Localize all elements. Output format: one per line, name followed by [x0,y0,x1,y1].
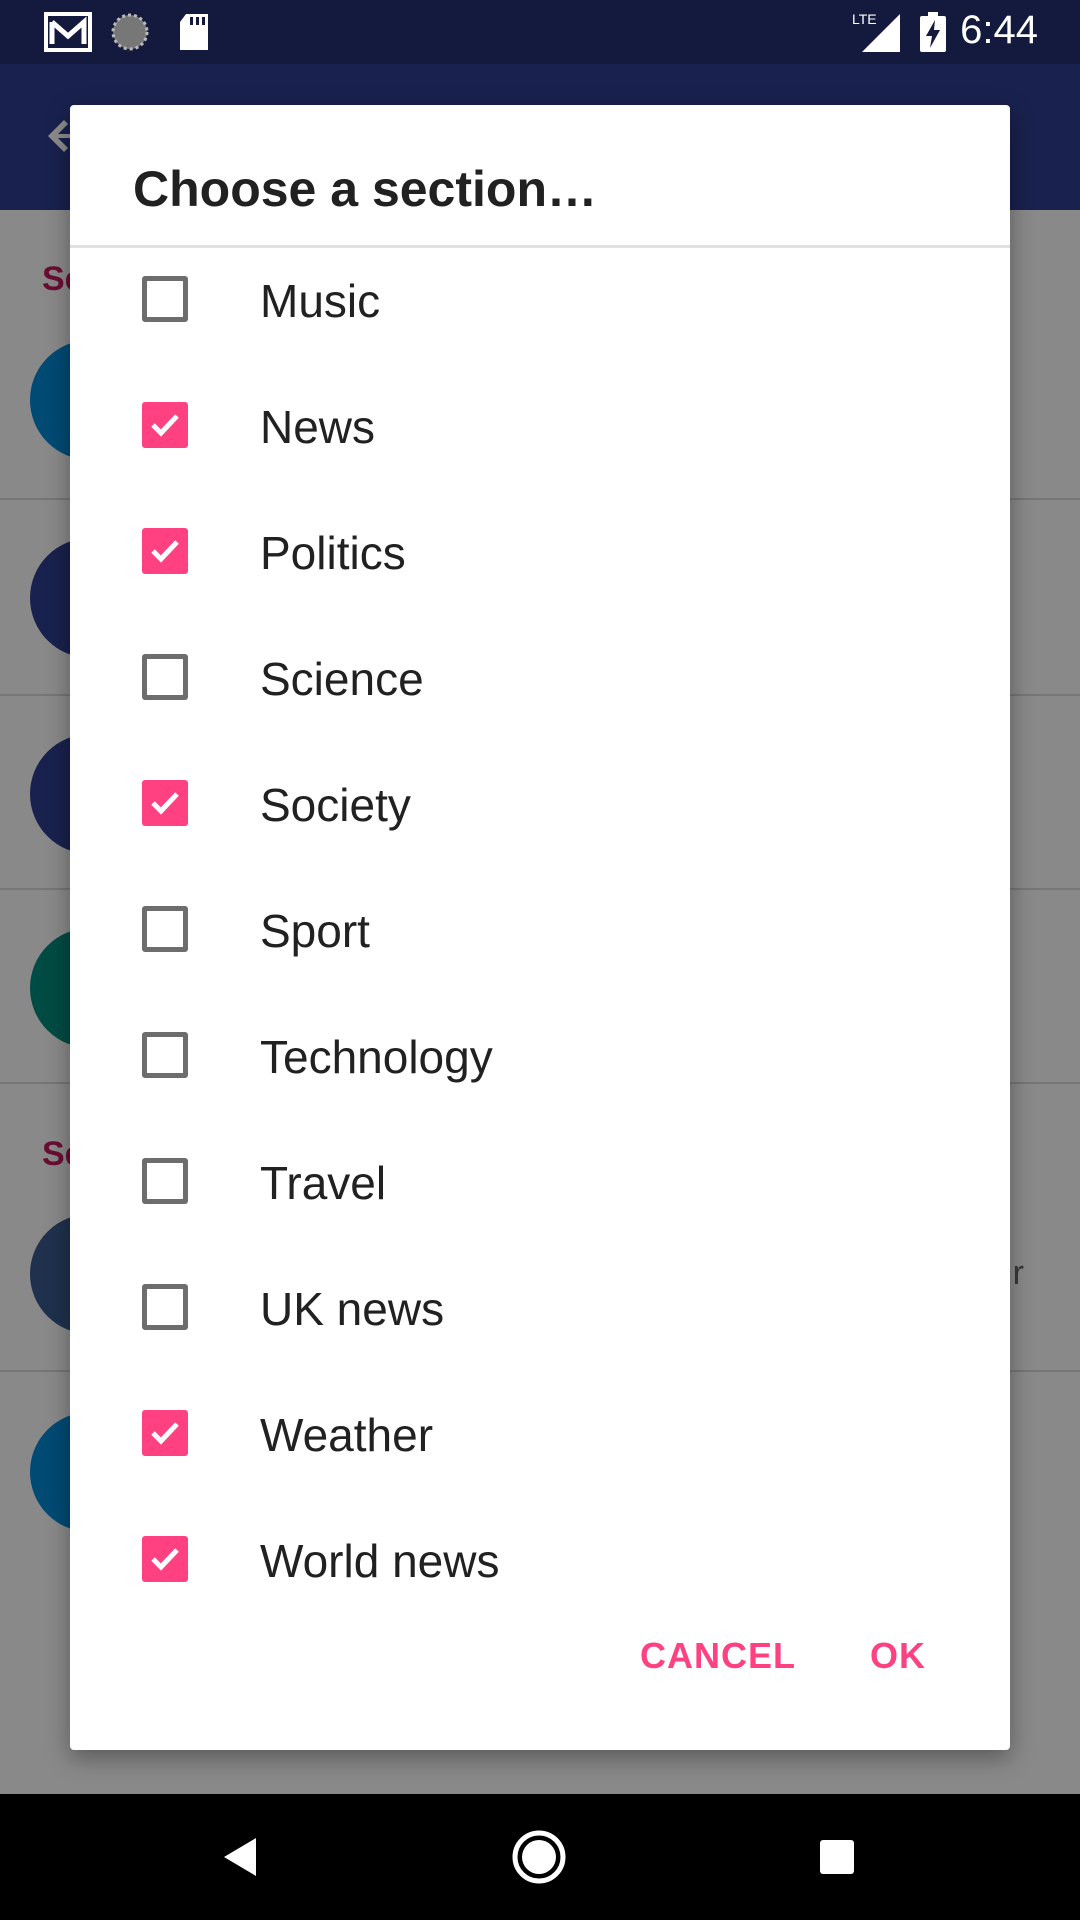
section-option-label: World news [260,1535,500,1587]
section-option[interactable]: Technology [70,992,1010,1118]
recents-icon[interactable] [804,1824,870,1890]
section-option[interactable]: Sport [70,866,1010,992]
status-bar: LTE 6:44 [0,0,1080,64]
section-option-label: Travel [260,1157,387,1209]
home-icon[interactable] [506,1824,572,1890]
battery-charging-icon [920,12,946,57]
section-option-label: News [260,401,376,453]
sync-icon [110,12,150,57]
section-option-label: Politics [260,527,406,579]
checkbox-checked[interactable] [142,402,188,448]
section-option[interactable]: UK news [70,1244,1010,1370]
navigation-bar [0,1794,1080,1920]
sd-card-icon [178,12,210,57]
section-option-label: Society [260,779,411,831]
section-option-label: Science [260,653,424,705]
back-icon[interactable] [208,1824,274,1890]
lte-text: LTE [852,11,877,27]
checkbox-unchecked[interactable] [142,1158,188,1204]
section-option[interactable]: Politics [70,488,1010,614]
section-option-label: Music [260,275,381,327]
checkbox-unchecked[interactable] [142,1032,188,1078]
check-icon [151,414,179,437]
section-option-label: Sport [260,905,370,957]
ok-button[interactable]: OK [870,1635,926,1677]
checkbox-checked[interactable] [142,528,188,574]
lte-signal-icon: LTE [852,10,902,59]
section-option[interactable]: Weather [70,1370,1010,1496]
clock: 6:44 [960,8,1038,52]
check-icon [151,540,179,563]
section-option-label: UK news [260,1283,445,1335]
dialog-title: Choose a section… [133,161,597,217]
check-icon [151,1548,179,1571]
section-option[interactable]: Travel [70,1118,1010,1244]
checkbox-unchecked[interactable] [142,906,188,952]
section-option[interactable]: Science [70,614,1010,740]
section-picker-dialog: Choose a section… Music News Politics Scien… [70,105,1010,1750]
checkbox-unchecked[interactable] [142,276,188,322]
checkbox-checked[interactable] [142,1536,188,1582]
section-option-label: Technology [260,1031,493,1083]
check-icon [151,792,179,815]
checkbox-checked[interactable] [142,780,188,826]
section-option[interactable]: World news [70,1496,1010,1622]
section-option-list[interactable]: Music News Politics Science Society Sport Tech… [70,248,1010,1708]
section-option-label: Weather [260,1409,434,1461]
check-icon [151,1422,179,1445]
checkbox-unchecked[interactable] [142,654,188,700]
cancel-button[interactable]: CANCEL [640,1635,796,1677]
section-option[interactable]: Music [70,248,1010,362]
checkbox-checked[interactable] [142,1410,188,1456]
section-option[interactable]: News [70,362,1010,488]
section-option[interactable]: Society [70,740,1010,866]
gmail-icon [44,12,92,57]
checkbox-unchecked[interactable] [142,1284,188,1330]
